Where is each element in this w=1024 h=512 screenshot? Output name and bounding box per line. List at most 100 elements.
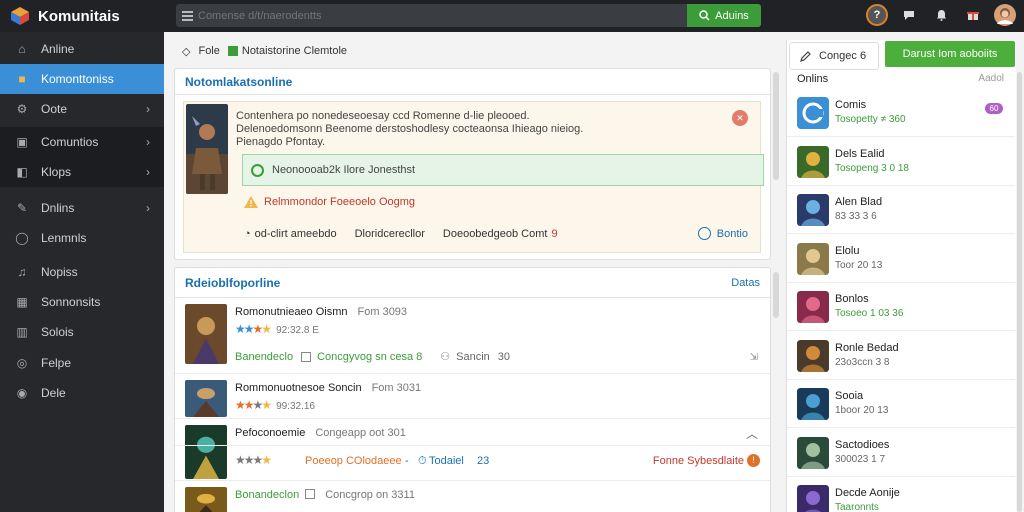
warning-text[interactable]: Relmmondor Foeeoelo Oogmg (264, 196, 415, 208)
game-thumbnail[interactable] (185, 304, 227, 364)
sidebar-item-9[interactable]: ▥ Solois (0, 317, 164, 347)
featured-link[interactable]: Bontio (697, 227, 748, 240)
row-action-2[interactable]: Todaiel (429, 455, 464, 467)
row-title[interactable]: Romonutnieaeo Oismn Fom 3093 (235, 306, 407, 318)
row-action-3[interactable]: Sancin (456, 351, 490, 363)
expand-icon[interactable]: ⇲ (750, 352, 758, 363)
game-thumbnail[interactable] (185, 380, 227, 417)
list-scrollbar[interactable] (773, 272, 779, 318)
checkbox[interactable] (301, 351, 312, 362)
friend-status: Tosopetty ≠ 360 (835, 114, 906, 125)
friend-item[interactable]: Sactodioes 300023 1 7 (787, 429, 1015, 477)
chevron-right-icon: › (146, 135, 150, 149)
friend-status: Taaronnts (835, 502, 879, 512)
close-icon[interactable]: ✕ (732, 110, 748, 126)
search-button-label: Aduins (715, 9, 749, 22)
bell-icon[interactable] (930, 4, 952, 26)
table-row[interactable]: Pefoconoemie Congeapp oot 301 ︿ ★★★★ Poeeop … (175, 419, 770, 481)
featured-scrollbar[interactable] (773, 72, 779, 180)
user-avatar[interactable] (994, 4, 1016, 26)
row-title[interactable]: Pefoconoemie Congeapp oot 301 (235, 427, 406, 439)
table-row[interactable]: Rommonuotnesoe Soncin Fom 3031 ★★★★ 99:32.1… (175, 374, 770, 419)
sidebar-item-0[interactable]: ⌂ Anline (0, 34, 164, 64)
featured-panel: Notomlakatsonline Contenhera po nonedese… (174, 68, 771, 260)
featured-desc-line-3: Pienagdo Pfontay. (236, 136, 326, 148)
row-subtitle: Fom 3031 (371, 382, 422, 394)
friends-panel: Congec 6 Darust Iom aoboiits Onlins Aado… (786, 40, 1016, 512)
pencil-icon (800, 50, 811, 62)
game-thumbnail[interactable] (185, 425, 227, 479)
sidebar-item-8[interactable]: ▦ Sonnonsits (0, 287, 164, 317)
sidebar-item-6[interactable]: ◯ Lenmnls (0, 223, 164, 253)
sidebar-item-1[interactable]: ■ Komonttoniss (0, 64, 164, 94)
notice-box: Neonoooab2k Ilore Jonesthst (242, 154, 764, 186)
friend-item[interactable]: Decde Aonije Taaronnts (787, 477, 1015, 512)
featured-thumbnail[interactable] (186, 104, 228, 194)
menu-icon[interactable] (176, 4, 198, 27)
star-icon: ★ (243, 453, 255, 467)
friend-item[interactable]: Bonlos Tosoeo 1 03 36 (787, 283, 1015, 331)
notice-text: Neonoooab2k Ilore Jonesthst (272, 164, 416, 176)
sidebar-item-label: Comuntios (41, 135, 99, 149)
friend-item[interactable]: Ronle Bedad 23o3ccn 3 8 (787, 332, 1015, 380)
table-row[interactable]: Bonandeclon Concgrop on 3311 (175, 481, 770, 512)
friends-header-right[interactable]: Aadol (978, 73, 1004, 84)
star-icon: ★ (252, 322, 264, 336)
sidebar-item-label: Komonttoniss (41, 72, 114, 86)
friend-item[interactable]: Dels Ealid Tosopeng 3 0 18 (787, 138, 1015, 186)
friend-item[interactable]: Elolu Toor 20 13 (787, 235, 1015, 283)
row-action-3[interactable]: Fonne Sybesdlaite (653, 455, 744, 467)
gift-icon[interactable] (962, 4, 984, 26)
checkbox[interactable] (305, 489, 315, 499)
search-input[interactable] (198, 9, 687, 22)
tag-icon: ◧ (16, 165, 28, 179)
list-more-link[interactable]: Datas (731, 277, 760, 289)
friend-status: 1boor 20 13 (835, 405, 889, 416)
sidebar-item-label: Anline (41, 42, 75, 56)
row-title[interactable]: Bonandeclon Concgrop on 3311 (235, 489, 415, 501)
game-thumbnail[interactable] (185, 487, 227, 512)
sidebar-item-2[interactable]: ⚙ Oote › (0, 94, 164, 124)
table-row[interactable]: Romonutnieaeo Oismn Fom 3093 ★★★★ 92:32.8 E… (175, 298, 770, 374)
bell-icon: ♫ (17, 265, 27, 279)
friend-item[interactable]: Sooia 1boor 20 13 (787, 380, 1015, 428)
chevron-right-icon: › (146, 102, 150, 116)
rating-stars: ★★★★ 99:32.16 (235, 398, 315, 412)
friend-item[interactable]: Comis Tosopetty ≠ 360 60 (787, 89, 1015, 137)
row-action-1[interactable]: Poeeop COlodaeee (305, 455, 402, 467)
row-divider (175, 445, 770, 446)
row-action-2[interactable]: Concgyvog sn cesa 8 (317, 351, 422, 363)
help-icon[interactable]: ? (866, 4, 888, 26)
warning-circle-icon[interactable]: ! (747, 454, 760, 467)
friends-scrollbar[interactable] (1017, 72, 1022, 512)
top-bar: Komunitais Aduins ? (0, 0, 1024, 32)
list-title: Rdeioblfoporline Datas (175, 268, 770, 298)
featured-link-text: Bontio (716, 227, 748, 240)
square-icon (227, 46, 238, 56)
check-circle-icon (251, 163, 264, 177)
brand[interactable]: Komunitais (0, 0, 165, 32)
sidebar-item-10[interactable]: ◎ Felpe (0, 348, 164, 378)
sidebar-item-5[interactable]: ✎ Dnlins › (0, 193, 164, 223)
friends-tab[interactable]: Congec 6 (789, 42, 879, 70)
add-friend-button[interactable]: Darust Iom aoboiits (885, 41, 1015, 67)
breadcrumb-second[interactable]: Notaistorine Clemtole (242, 45, 347, 57)
row-action-count: 23 (477, 455, 490, 467)
friends-header: Onlins (797, 73, 829, 85)
chevron-up-icon[interactable]: ︿ (746, 425, 758, 442)
sidebar-item-11[interactable]: ◉ Dele (0, 378, 164, 408)
sidebar-item-3[interactable]: ▣ Comuntios › (0, 127, 164, 157)
meta-2: Dloridcerecllor (354, 228, 425, 240)
friend-item[interactable]: Alen Blad 83 33 3 6 (787, 186, 1015, 234)
chevron-right-icon: › (146, 201, 150, 215)
row-subtitle: Concgrop on 3311 (325, 489, 415, 501)
search-button[interactable]: Aduins (687, 4, 761, 27)
warning-row: Relmmondor Foeeoelo Oogmg (244, 196, 415, 208)
sidebar-item-4[interactable]: ◧ Klops › (0, 157, 164, 187)
chat-icon[interactable] (898, 4, 920, 26)
sidebar-item-7[interactable]: ♫ Nopiss (0, 257, 164, 287)
star-icon: ★ (243, 398, 255, 412)
row-title[interactable]: Rommonuotnesoe Soncin Fom 3031 (235, 382, 421, 394)
row-action-1[interactable]: Banendeclo (235, 351, 293, 363)
breadcrumb-first[interactable]: Fole (198, 45, 219, 57)
